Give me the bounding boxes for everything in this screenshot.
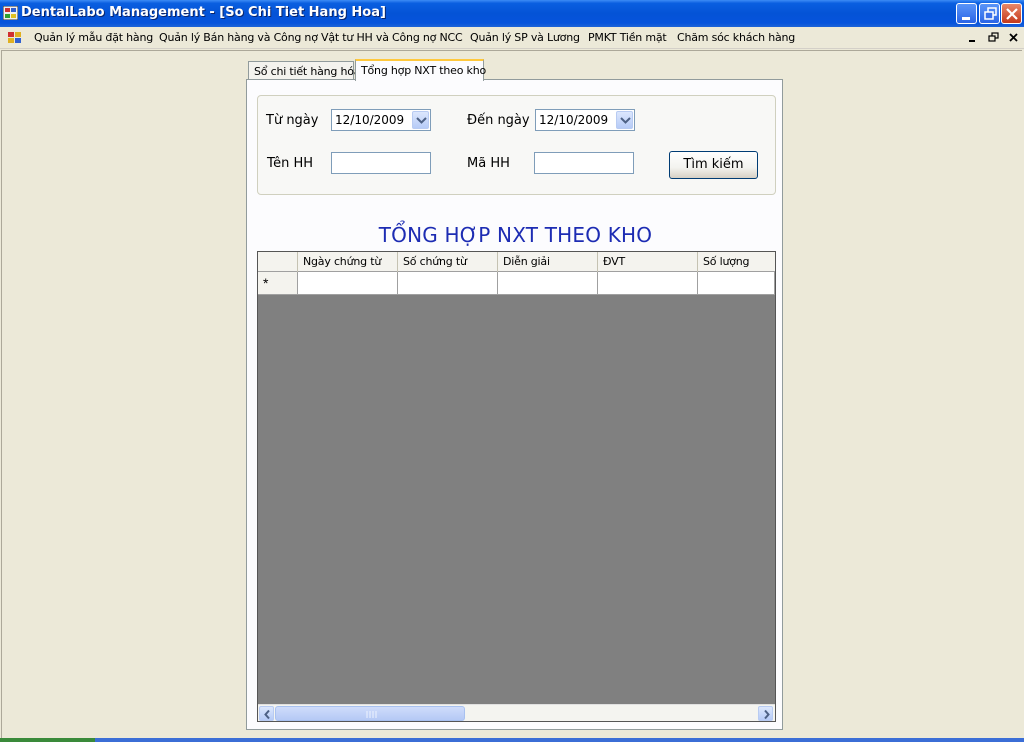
item-code-label: Mã HH — [467, 156, 510, 171]
from-date-value: 12/10/2009 — [335, 113, 405, 127]
column-header-date[interactable]: Ngày chứng từ — [298, 252, 398, 272]
child-minimize-icon[interactable] — [966, 31, 980, 45]
to-date-label: Đến ngày — [467, 113, 530, 128]
close-button[interactable] — [1001, 3, 1022, 24]
tab-item-detail[interactable]: Sổ chi tiết hàng hóa — [248, 61, 361, 81]
to-date-picker[interactable]: 12/10/2009 — [535, 109, 635, 131]
from-date-picker[interactable]: 12/10/2009 — [331, 109, 431, 131]
tab-stock-summary[interactable]: Tổng hợp NXT theo kho — [355, 59, 486, 81]
menu-cash-accounting[interactable]: PMKT Tiền mặt — [588, 31, 667, 44]
grid-title: TỔNG HỢP NXT THEO KHO — [378, 223, 653, 247]
from-date-label: Từ ngày — [266, 113, 319, 128]
column-header-quantity[interactable]: Số lượng — [698, 252, 775, 272]
grid-new-row[interactable]: * — [258, 272, 775, 295]
minimize-button[interactable] — [956, 3, 977, 24]
chevron-left-icon — [264, 709, 270, 720]
close-icon — [1006, 8, 1018, 20]
filter-groupbox: Từ ngày 12/10/2009 Đến ngày 12/10/2009 T… — [257, 95, 776, 195]
scroll-left-button[interactable] — [259, 706, 274, 721]
menu-products-salary[interactable]: Quản lý SP và Lương — [470, 31, 580, 44]
restore-icon — [984, 7, 997, 20]
window-title: DentalLabo Management - [So Chi Tiet Han… — [21, 5, 386, 20]
grid-header: Ngày chứng từ Số chứng từ Diễn giải ĐVT … — [258, 252, 775, 272]
menu-materials-supplier[interactable]: Vật tư HH và Công nợ NCC — [321, 31, 463, 44]
restore-button[interactable] — [979, 3, 1000, 24]
horizontal-scrollbar[interactable] — [258, 704, 775, 721]
column-header-description[interactable]: Diễn giải — [498, 252, 598, 272]
minimize-icon — [962, 17, 970, 20]
menu-bar: Quản lý mẫu đặt hàng Quản lý Bán hàng và… — [0, 27, 1024, 49]
from-date-dropdown[interactable] — [412, 111, 429, 129]
item-name-input[interactable] — [331, 152, 431, 174]
table-cell[interactable] — [498, 272, 598, 295]
stock-summary-grid[interactable]: Ngày chứng từ Số chứng từ Diễn giải ĐVT … — [257, 251, 776, 722]
column-header-unit[interactable]: ĐVT — [598, 252, 698, 272]
app-icon — [3, 6, 18, 20]
tab-page-stock-summary: Từ ngày 12/10/2009 Đến ngày 12/10/2009 T… — [246, 79, 783, 730]
table-cell[interactable] — [598, 272, 698, 295]
table-cell[interactable] — [298, 272, 398, 295]
taskbar-edge — [95, 738, 1024, 742]
menu-order-templates[interactable]: Quản lý mẫu đặt hàng — [34, 31, 153, 44]
child-close-icon[interactable] — [1007, 31, 1021, 45]
scroll-thumb[interactable] — [275, 706, 465, 721]
search-button[interactable]: Tìm kiếm — [669, 151, 758, 179]
to-date-dropdown[interactable] — [616, 111, 633, 129]
menu-customer-care[interactable]: Chăm sóc khách hàng — [677, 31, 795, 44]
grid-corner-header[interactable] — [258, 252, 298, 272]
new-row-marker[interactable]: * — [258, 272, 298, 295]
table-cell[interactable] — [698, 272, 775, 295]
menu-sales-debt[interactable]: Quản lý Bán hàng và Công nợ — [159, 31, 318, 44]
table-cell[interactable] — [398, 272, 498, 295]
item-name-label: Tên HH — [267, 156, 314, 171]
window-titlebar: DentalLabo Management - [So Chi Tiet Han… — [0, 0, 1024, 27]
grip-icon — [366, 711, 377, 718]
to-date-value: 12/10/2009 — [539, 113, 609, 127]
chevron-right-icon — [764, 709, 770, 720]
chevron-down-icon — [416, 117, 427, 124]
child-restore-icon[interactable] — [987, 31, 1001, 45]
item-code-input[interactable] — [534, 152, 634, 174]
chevron-down-icon — [620, 117, 631, 124]
mdi-child-icon[interactable] — [8, 32, 22, 44]
scroll-right-button[interactable] — [758, 706, 773, 721]
column-header-doc-no[interactable]: Số chứng từ — [398, 252, 498, 272]
